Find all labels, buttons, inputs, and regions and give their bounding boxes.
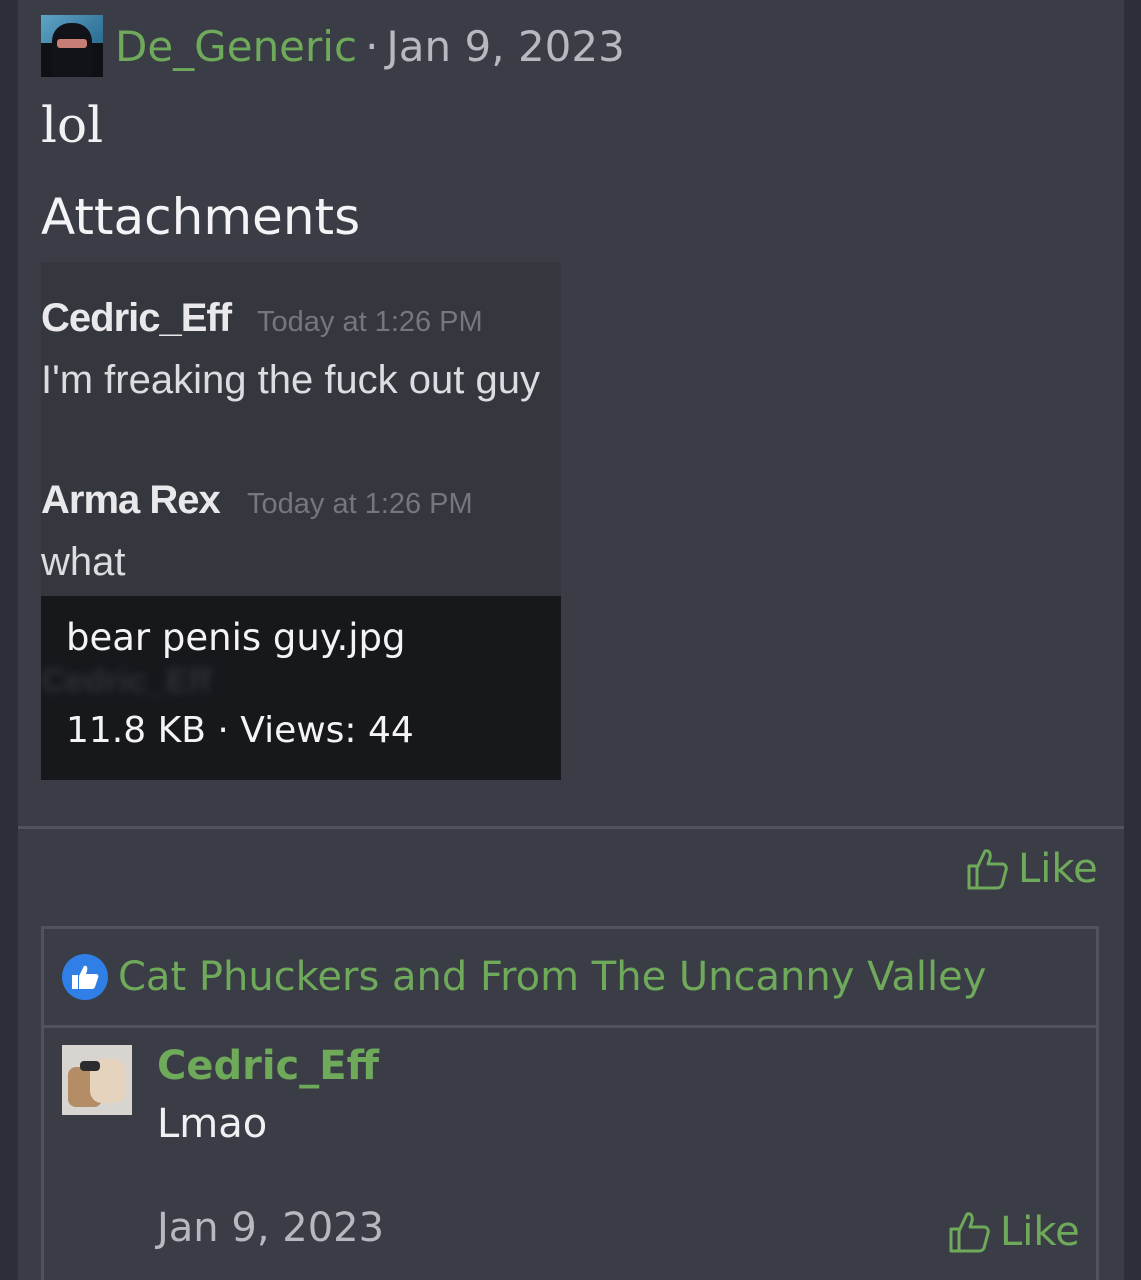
preview-username-2: Arma Rex xyxy=(41,478,221,522)
preview-message-2: what xyxy=(41,540,126,584)
post-date[interactable]: Jan 9, 2023 xyxy=(386,22,624,71)
reply-like-button[interactable]: Like xyxy=(948,1209,1080,1255)
reactions-list-link[interactable]: Cat Phuckers and From The Uncanny Valley xyxy=(118,954,986,1000)
reactions-bar: Cat Phuckers and From The Uncanny Valley xyxy=(44,929,1096,1028)
post-author-link[interactable]: De_Generic xyxy=(115,22,357,71)
attachment-info-overlay[interactable]: Cedric_Eff bear penis guy.jpg 11.8 KB · … xyxy=(41,596,561,780)
attachment-thumbnail[interactable]: Cedric_Eff Today at 1:26 PM I'm freaking… xyxy=(41,262,561,780)
reply-avatar[interactable] xyxy=(62,1045,132,1115)
avatar[interactable] xyxy=(41,15,103,77)
post-footer-divider xyxy=(18,826,1124,829)
preview-username-1: Cedric_Eff xyxy=(41,296,232,340)
post-body: lol xyxy=(41,96,104,154)
preview-timestamp-2: Today at 1:26 PM xyxy=(247,488,473,520)
post-card: De_Generic · Jan 9, 2023 lol Attachments… xyxy=(18,0,1124,1280)
preview-timestamp-1: Today at 1:26 PM xyxy=(257,306,483,338)
thumbs-up-icon xyxy=(62,954,108,1000)
meta-separator: · xyxy=(365,21,379,71)
blurred-preview-text: Cedric_Eff xyxy=(41,662,212,700)
reply-date[interactable]: Jan 9, 2023 xyxy=(157,1205,384,1251)
like-button[interactable]: Like xyxy=(966,846,1098,892)
attachment-meta: 11.8 KB · Views: 44 xyxy=(66,710,414,751)
thumbs-up-icon xyxy=(949,1212,990,1253)
thumbs-up-icon xyxy=(967,849,1008,890)
like-label: Like xyxy=(1018,846,1098,892)
preview-message-1: I'm freaking the fuck out guy xyxy=(41,358,541,402)
attachment-filename: bear penis guy.jpg xyxy=(66,616,406,659)
reply-text: Lmao xyxy=(157,1101,268,1147)
reply-like-label: Like xyxy=(1000,1209,1080,1255)
reactions-and-replies: Cat Phuckers and From The Uncanny Valley… xyxy=(41,926,1099,1280)
attachments-heading: Attachments xyxy=(41,188,361,246)
post-header: De_Generic · Jan 9, 2023 xyxy=(41,14,625,78)
reply-author-link[interactable]: Cedric_Eff xyxy=(157,1043,379,1089)
